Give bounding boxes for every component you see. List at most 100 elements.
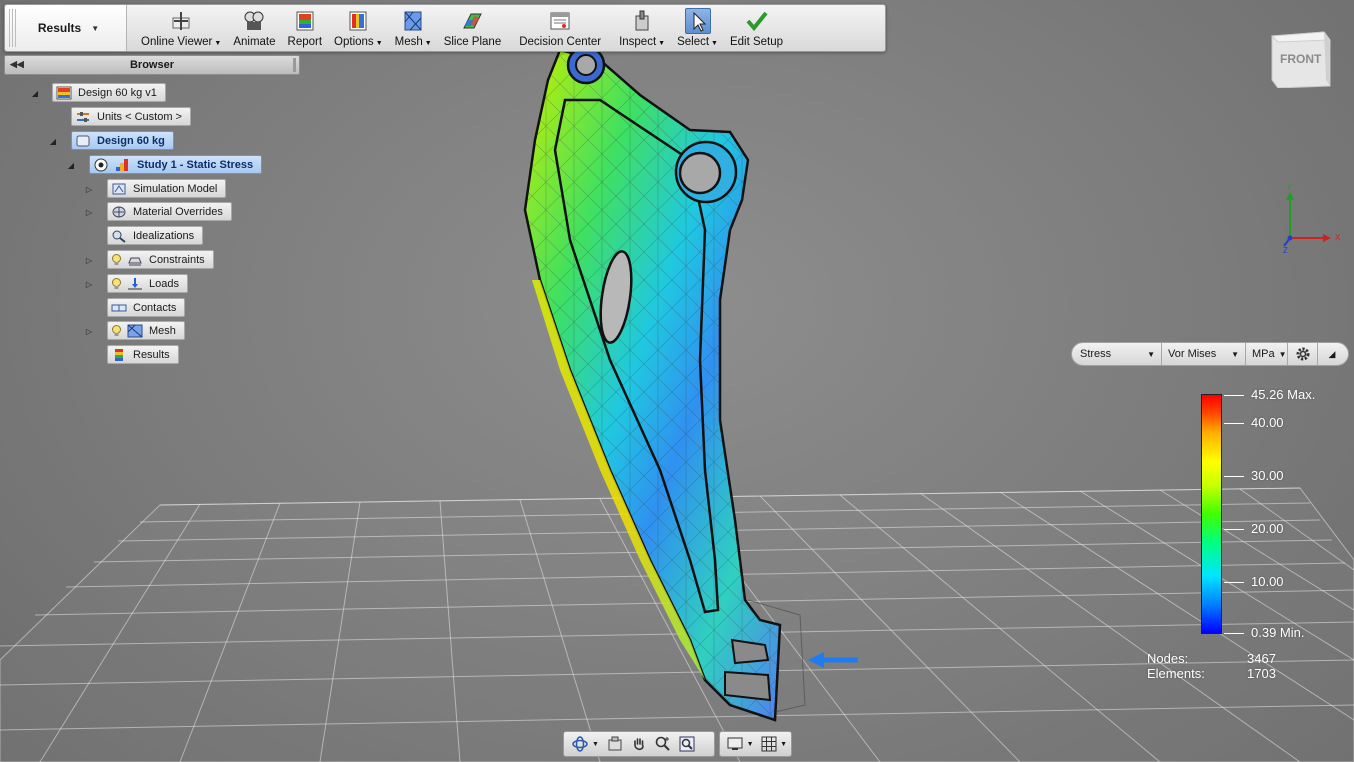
chevron-down-icon: ▼ [91,23,100,33]
axis-triad-icon [1283,192,1331,247]
chevron-down-icon[interactable]: ▼ [592,741,599,748]
decision-center-button[interactable]: Decision Center [507,5,613,51]
browser-title: Browser [129,59,175,71]
tree-constraints-label: Constraints [149,253,205,266]
report-icon [292,8,318,34]
tree-root-design-v1[interactable]: Design 60 kg v1 [52,83,166,102]
design-icon [75,134,91,148]
lightbulb-icon[interactable] [111,277,122,290]
online-viewer-icon [168,8,194,34]
legend-tick [1224,476,1244,477]
tree-material-overrides[interactable]: Material Overrides [107,202,232,221]
tree-design[interactable]: Design 60 kg [71,131,174,150]
orbit-button[interactable] [568,733,592,755]
display-settings-icon [727,737,743,750]
pan-button[interactable] [627,733,651,755]
panel-resize-handle[interactable] [293,58,296,72]
display-settings-button[interactable] [724,733,747,755]
dropdown-arrow-icon: ▼ [375,40,383,47]
legend-max-label: 45.26 Max. [1251,387,1316,402]
options-button[interactable]: Options ▼ [328,5,389,51]
result-unit-dropdown[interactable]: MPa ▼ [1246,343,1288,365]
tree-contacts-label: Contacts [133,301,177,314]
look-at-button[interactable] [603,733,627,755]
tree-contacts[interactable]: Contacts [107,298,186,317]
tree-units[interactable]: Units < Custom > [71,107,191,126]
axis-x-label: X [1335,233,1341,242]
result-selector-bar: Stress ▼ Vor Mises ▼ MPa ▼ ◢ [1071,342,1349,366]
tree-idealizations-label: Idealizations [133,229,195,242]
legend-tick-label: 40.00 [1251,415,1284,430]
expand-simulation-model-icon[interactable]: ▷ [84,184,94,194]
expand-loads-icon[interactable]: ▷ [84,279,94,289]
decision-center-label: Decision Center [519,36,602,48]
ribbon-grip[interactable] [9,9,17,47]
tree-material-overrides-label: Material Overrides [133,205,223,218]
expand-design-icon[interactable]: ◢ [48,136,58,146]
elements-value: 1703 [1247,666,1276,681]
tree-results-label: Results [133,348,170,361]
result-component-dropdown[interactable]: Vor Mises ▼ [1162,343,1246,365]
loads-icon [127,277,143,291]
grid-settings-button[interactable] [758,733,781,755]
report-button[interactable]: Report [282,5,329,51]
elements-label: Elements: [1147,666,1205,681]
nodes-value: 3467 [1247,651,1276,666]
collapse-panel-icon[interactable]: ◀◀ [10,59,24,70]
results-tab[interactable]: Results ▼ [5,5,127,51]
report-label: Report [287,36,323,48]
animate-icon [241,8,267,34]
nodes-label: Nodes: [1147,651,1189,666]
tree-study[interactable]: Study 1 - Static Stress [89,155,263,174]
tree-simulation-model[interactable]: Simulation Model [107,179,227,198]
expand-material-overrides-icon[interactable]: ▷ [84,207,94,217]
lightbulb-icon[interactable] [111,324,122,337]
tree-loads[interactable]: Loads [107,274,188,293]
select-button[interactable]: Select ▼ [671,5,724,51]
viewcube-face-label[interactable]: FRONT [1280,52,1321,66]
mesh-icon [400,8,426,34]
chevron-down-icon[interactable]: ▼ [780,741,787,748]
tree-mesh[interactable]: Mesh [107,321,185,340]
expand-constraints-icon[interactable]: ▷ [84,255,94,265]
online-viewer-button[interactable]: Online Viewer ▼ [135,5,227,51]
expand-study-icon[interactable]: ◢ [66,160,76,170]
3d-viewport[interactable]: Y X Z [0,0,1354,762]
chevron-down-icon[interactable]: ▼ [747,741,754,748]
active-study-radio-icon[interactable] [93,158,109,172]
tree-idealizations[interactable]: Idealizations [107,226,204,245]
dropdown-arrow-icon: ▼ [1147,349,1155,359]
design-file-icon [56,86,72,100]
tree-simulation-model-label: Simulation Model [133,182,218,195]
results-tab-label: Results [37,21,82,35]
select-cursor-icon [684,8,711,34]
mesh-button[interactable]: Mesh ▼ [389,5,438,51]
browser-header[interactable]: ◀◀ Browser [4,55,300,75]
orbit-icon [572,736,588,752]
result-type-dropdown[interactable]: Stress ▼ [1072,343,1162,365]
tree-results[interactable]: Results [107,345,179,364]
legend-tick [1224,423,1244,424]
result-component-value: Vor Mises [1168,348,1217,360]
select-label: Select [677,36,710,48]
slice-plane-button[interactable]: Slice Plane [438,5,508,51]
tree-design-label: Design 60 kg [97,134,165,147]
edit-setup-button[interactable]: Edit Setup [724,5,789,51]
tree-constraints[interactable]: Constraints [107,250,214,269]
expand-mesh-icon[interactable]: ▷ [84,326,94,336]
legend-settings-button[interactable] [1288,343,1318,365]
collapse-legend-button[interactable]: ◢ [1318,343,1346,365]
model-canvas[interactable] [0,0,1354,762]
expand-root-icon[interactable]: ◢ [30,88,40,98]
inspect-button[interactable]: Inspect ▼ [613,5,671,51]
results-ribbon: Results ▼ Online Viewer ▼ Animate Report … [4,4,886,52]
zoom-window-button[interactable] [675,733,699,755]
material-overrides-icon [111,205,127,219]
static-stress-icon [115,158,131,172]
dropdown-arrow-icon: ▼ [214,40,222,47]
pan-hand-icon [634,738,644,751]
lightbulb-icon[interactable] [111,253,122,266]
zoom-button[interactable] [651,733,675,755]
animate-button[interactable]: Animate [227,5,281,51]
mesh-node-icon [127,324,143,338]
